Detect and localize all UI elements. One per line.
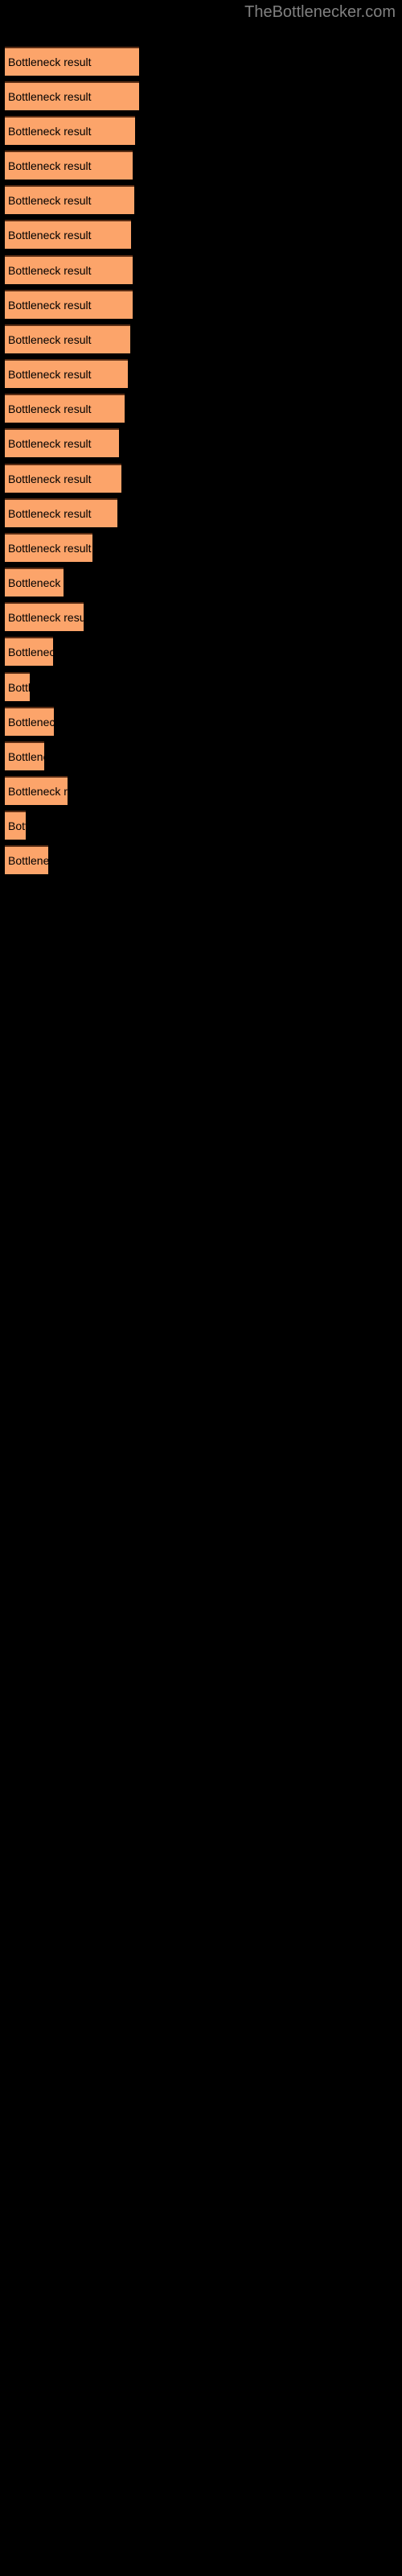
bar-label: Bottleneck result bbox=[8, 681, 30, 694]
bar[interactable]: Bottleneck result bbox=[5, 707, 54, 736]
bar-label: Bottleneck result bbox=[8, 229, 92, 242]
bar-label: Bottleneck result bbox=[8, 750, 44, 763]
bar-label: Bottleneck result bbox=[8, 56, 92, 68]
bar[interactable]: Bottleneck result bbox=[5, 533, 92, 562]
bar[interactable]: Bottleneck result bbox=[5, 637, 53, 666]
bar[interactable]: Bottleneck result bbox=[5, 185, 134, 214]
bar-label: Bottleneck result bbox=[8, 90, 92, 103]
bar[interactable]: Bottleneck result bbox=[5, 568, 64, 597]
bar-label: Bottleneck result bbox=[8, 854, 48, 867]
bar[interactable]: Bottleneck result bbox=[5, 47, 139, 76]
bar[interactable]: Bottleneck result bbox=[5, 151, 133, 180]
bar[interactable]: Bottleneck result bbox=[5, 428, 119, 457]
bar-label: Bottleneck result bbox=[8, 194, 92, 207]
bar[interactable]: Bottleneck result bbox=[5, 811, 26, 840]
bar-label: Bottleneck result bbox=[8, 264, 92, 277]
bar-label: Bottleneck result bbox=[8, 716, 54, 729]
bar[interactable]: Bottleneck result bbox=[5, 255, 133, 284]
bar[interactable]: Bottleneck result bbox=[5, 464, 121, 493]
bar[interactable]: Bottleneck result bbox=[5, 672, 30, 701]
bar[interactable]: Bottleneck result bbox=[5, 776, 68, 805]
bar-label: Bottleneck result bbox=[8, 473, 92, 485]
bar-label: Bottleneck result bbox=[8, 646, 53, 658]
bar-label: Bottleneck result bbox=[8, 125, 92, 138]
bar-chart-plot-area: Bottleneck result Bottleneck result Bottle… bbox=[0, 0, 402, 2576]
bar-label: Bottleneck result bbox=[8, 611, 84, 624]
bar-label: Bottleneck result bbox=[8, 159, 92, 172]
bar[interactable]: Bottleneck result bbox=[5, 116, 135, 145]
bar-label: Bottleneck result bbox=[8, 333, 92, 346]
bar[interactable]: Bottleneck result bbox=[5, 602, 84, 631]
bar[interactable]: Bottleneck result bbox=[5, 498, 117, 527]
bar[interactable]: Bottleneck result bbox=[5, 220, 131, 249]
bar-label: Bottleneck result bbox=[8, 437, 92, 450]
bar[interactable]: Bottleneck result bbox=[5, 290, 133, 319]
bar[interactable]: Bottleneck result bbox=[5, 394, 125, 423]
bar[interactable]: Bottleneck result bbox=[5, 324, 130, 353]
bar-label: Bottleneck result bbox=[8, 507, 92, 520]
bar[interactable]: Bottleneck result bbox=[5, 845, 48, 874]
bar[interactable]: Bottleneck result bbox=[5, 741, 44, 770]
bar-label: Bottleneck result bbox=[8, 785, 68, 798]
bar[interactable]: Bottleneck result bbox=[5, 359, 128, 388]
bar-label: Bottleneck result bbox=[8, 542, 92, 555]
bar-label: Bottleneck result bbox=[8, 576, 64, 589]
bar-label: Bottleneck result bbox=[8, 402, 92, 415]
bar-label: Bottleneck result bbox=[8, 819, 26, 832]
bar-label: Bottleneck result bbox=[8, 368, 92, 381]
bar[interactable]: Bottleneck result bbox=[5, 81, 139, 110]
chart-page: TheBottlenecker.com Bottleneck result Bot… bbox=[0, 0, 402, 2576]
bar-label: Bottleneck result bbox=[8, 299, 92, 312]
